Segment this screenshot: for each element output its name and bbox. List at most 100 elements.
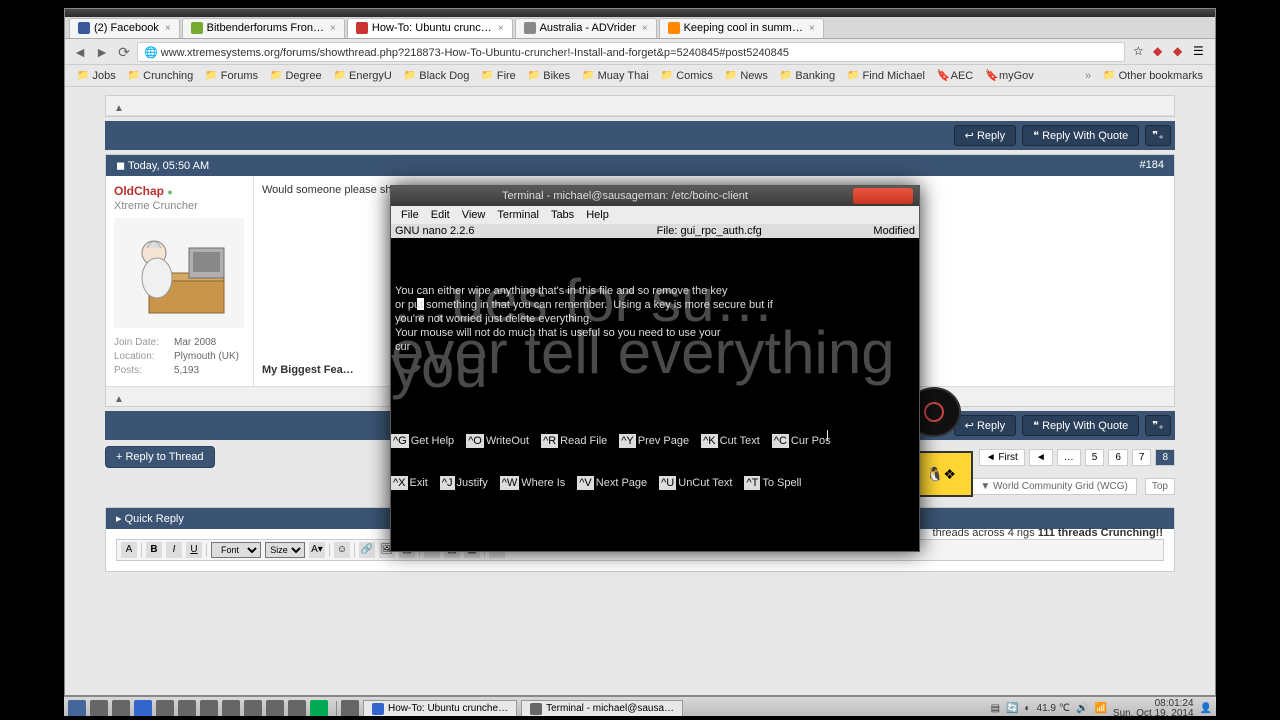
reload-button[interactable]: ⟳ — [115, 43, 133, 61]
bookmarks-bar: Jobs Crunching Forums Degree EnergyU Bla… — [65, 65, 1215, 87]
page-5-link[interactable]: 5 — [1085, 449, 1105, 466]
quicknav-dropdown[interactable]: ▼ World Community Grid (WCG) — [971, 478, 1137, 495]
size-select[interactable]: Size — [265, 542, 305, 558]
app-icon[interactable] — [200, 700, 218, 718]
prev-page-link[interactable]: ◄ — [1029, 449, 1053, 466]
extension-icon[interactable]: ◆ — [1173, 44, 1189, 60]
taskbar-app-chrome[interactable]: How-To: Ubuntu crunche… — [363, 700, 517, 718]
abp-icon[interactable]: ◆ — [1153, 44, 1169, 60]
menu-file[interactable]: File — [395, 209, 425, 221]
multiquote-button[interactable]: ❞₊ — [1145, 125, 1171, 146]
multiquote-button[interactable]: ❞₊ — [1145, 415, 1171, 436]
menu-view[interactable]: View — [456, 209, 492, 221]
app-icon[interactable] — [310, 700, 328, 718]
app-icon[interactable] — [288, 700, 306, 718]
bookmark-blackdog[interactable]: Black Dog — [398, 68, 476, 84]
tab-facebook[interactable]: (2) Facebook× — [69, 18, 180, 38]
smilie-icon[interactable]: ☺ — [334, 542, 350, 558]
nano-key: ^O — [466, 434, 484, 448]
nano-key: ^K — [701, 434, 718, 448]
other-bookmarks[interactable]: Other bookmarks — [1097, 68, 1209, 84]
page-7-link[interactable]: 7 — [1132, 449, 1152, 466]
temperature-readout[interactable]: 41.9 ℃ — [1037, 703, 1070, 714]
start-menu-icon[interactable] — [68, 700, 86, 718]
forward-button[interactable]: ► — [93, 43, 111, 61]
star-icon[interactable]: ☆ — [1133, 44, 1149, 60]
close-button[interactable] — [853, 188, 913, 204]
bookmark-degree[interactable]: Degree — [264, 68, 328, 84]
tab-bitbender[interactable]: Bitbenderforums Fron…× — [182, 18, 345, 38]
app-icon[interactable] — [178, 700, 196, 718]
workspace-icon[interactable] — [341, 700, 359, 718]
terminal-body[interactable]: …ues for su… ever tell everything you Yo… — [391, 238, 919, 518]
bookmark-mygov[interactable]: 🔖 myGov — [979, 67, 1040, 84]
bookmark-news[interactable]: News — [719, 68, 774, 84]
close-icon[interactable]: × — [642, 23, 648, 34]
avatar[interactable] — [114, 218, 244, 328]
bookmark-muaythai[interactable]: Muay Thai — [576, 68, 655, 84]
bookmark-bikes[interactable]: Bikes — [522, 68, 576, 84]
menu-edit[interactable]: Edit — [425, 209, 456, 221]
font-select[interactable]: Font — [211, 542, 261, 558]
close-icon[interactable]: × — [809, 23, 815, 34]
reply-quote-button[interactable]: ❝ Reply With Quote — [1022, 125, 1139, 146]
close-icon[interactable]: × — [165, 23, 171, 34]
tray-icon[interactable]: ◐ — [1024, 703, 1030, 714]
menu-tabs[interactable]: Tabs — [545, 209, 580, 221]
bookmark-jobs[interactable]: Jobs — [71, 68, 122, 84]
close-icon[interactable]: × — [330, 23, 336, 34]
terminal-titlebar[interactable]: Terminal - michael@sausageman: /etc/boin… — [391, 186, 919, 206]
menu-icon[interactable]: ☰ — [1193, 44, 1209, 60]
tab-advrider[interactable]: Australia - ADVrider× — [515, 18, 657, 38]
bookmark-banking[interactable]: Banking — [774, 68, 841, 84]
app-icon[interactable] — [266, 700, 284, 718]
terminal-icon[interactable] — [112, 700, 130, 718]
chrome-icon — [372, 703, 384, 715]
switch-editor-icon[interactable]: A — [121, 542, 137, 558]
tab-keeping-cool[interactable]: Keeping cool in summ…× — [659, 18, 824, 38]
italic-icon[interactable]: I — [166, 542, 182, 558]
back-button[interactable]: ◄ — [71, 43, 89, 61]
app-icon[interactable] — [156, 700, 174, 718]
bookmark-crunching[interactable]: Crunching — [122, 68, 200, 84]
reply-quote-button[interactable]: ❝ Reply With Quote — [1022, 415, 1139, 436]
color-icon[interactable]: A▾ — [309, 542, 325, 558]
close-icon[interactable]: × — [498, 23, 504, 34]
taskbar-app-terminal[interactable]: Terminal - michael@sausa… — [521, 700, 683, 718]
reply-thread-button[interactable]: + Reply to Thread — [105, 446, 215, 468]
user-icon[interactable]: 👤 — [1200, 703, 1212, 714]
post-number[interactable]: #184 — [1140, 159, 1164, 172]
tray-icon[interactable]: ▤ — [991, 703, 1000, 714]
menu-help[interactable]: Help — [580, 209, 615, 221]
bookmark-fire[interactable]: Fire — [475, 68, 521, 84]
reply-button[interactable]: ↩ Reply — [954, 125, 1016, 146]
link-icon[interactable]: 🔗 — [359, 542, 375, 558]
bookmark-energyu[interactable]: EnergyU — [328, 68, 398, 84]
bookmark-aec[interactable]: 🔖 AEC — [931, 67, 979, 84]
tray-icon[interactable]: 🔄 — [1006, 703, 1018, 714]
page-6-link[interactable]: 6 — [1108, 449, 1128, 466]
volume-icon[interactable]: 🔊 — [1076, 703, 1088, 714]
nano-action: Cur Pos — [791, 434, 843, 448]
network-icon[interactable]: 📶 — [1094, 703, 1106, 714]
app-icon[interactable] — [244, 700, 262, 718]
menu-terminal[interactable]: Terminal — [491, 209, 545, 221]
bookmark-findmichael[interactable]: Find Michael — [841, 68, 931, 84]
bookmark-comics[interactable]: Comics — [655, 68, 719, 84]
bookmark-forums[interactable]: Forums — [199, 68, 264, 84]
filemanager-icon[interactable] — [90, 700, 108, 718]
post-actions-prev: ↩ Reply ❝ Reply With Quote ❞₊ — [105, 121, 1175, 150]
tab-howto-ubuntu[interactable]: How-To: Ubuntu crunc…× — [347, 18, 513, 38]
first-page-link[interactable]: ◄ First — [979, 449, 1025, 466]
chevron-icon[interactable]: » — [1079, 68, 1097, 84]
username-link[interactable]: OldChap ● — [114, 184, 245, 198]
bold-icon[interactable]: B — [146, 542, 162, 558]
terminal-window[interactable]: Terminal - michael@sausageman: /etc/boin… — [390, 185, 920, 552]
underline-icon[interactable]: U — [186, 542, 202, 558]
page-ellipsis[interactable]: … — [1057, 449, 1081, 466]
reply-button[interactable]: ↩ Reply — [954, 415, 1016, 436]
top-link[interactable]: Top — [1145, 478, 1175, 495]
app-icon[interactable] — [222, 700, 240, 718]
chrome-icon[interactable] — [134, 700, 152, 718]
url-input[interactable]: 🌐 www.xtremesystems.org/forums/showthrea… — [137, 42, 1125, 62]
